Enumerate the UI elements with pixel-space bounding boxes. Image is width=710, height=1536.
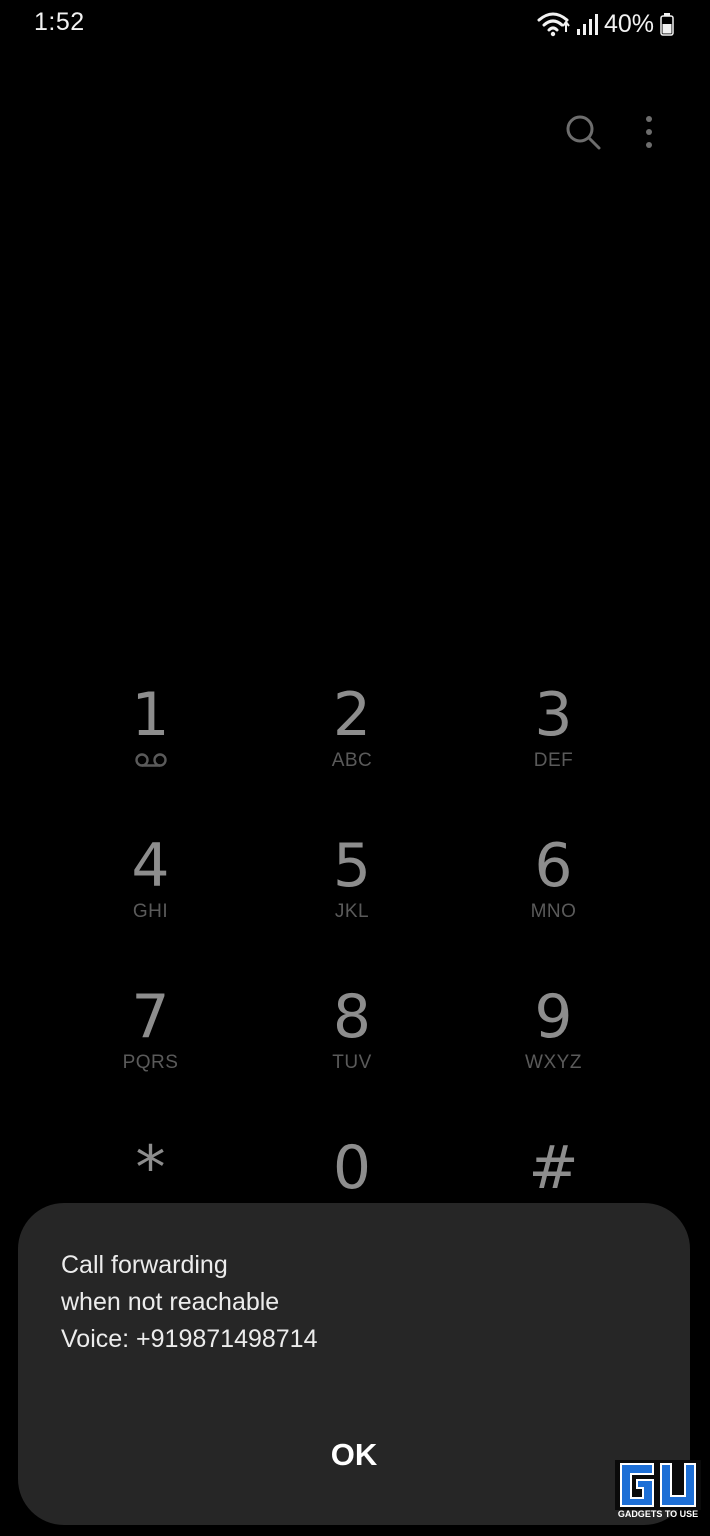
dial-digit: * (135, 1133, 166, 1203)
dialpad-row: 7 PQRS 8 TUV 9 WXYZ (50, 982, 654, 1133)
call-forwarding-dialog: Call forwarding when not reachable Voice… (18, 1203, 690, 1525)
dial-letters: WXYZ (525, 1052, 582, 1073)
voicemail-icon (134, 752, 168, 774)
dial-digit: 0 (332, 1133, 372, 1203)
dial-digit: 3 (534, 680, 573, 750)
search-icon[interactable] (563, 112, 603, 152)
dial-digit: 1 (131, 680, 170, 750)
gadgets-to-use-logo: GADGETS TO USE (615, 1460, 701, 1522)
wifi-icon (536, 10, 570, 38)
dial-digit: 5 (332, 831, 372, 901)
dial-digit: 6 (534, 831, 573, 901)
status-bar: 1:52 40% (0, 0, 710, 48)
dialpad-row: 4 GHI 5 JKL 6 MNO (50, 831, 654, 982)
dialog-line: when not reachable (61, 1288, 280, 1316)
dial-key-2[interactable]: 2 ABC (252, 680, 453, 831)
dial-letters: GHI (132, 901, 169, 922)
dial-key-9[interactable]: 9 WXYZ (453, 982, 654, 1133)
dial-key-7[interactable]: 7 PQRS (50, 982, 251, 1133)
dialog-message: Call forwarding when not reachable Voice… (61, 1247, 318, 1358)
signal-icon (576, 11, 598, 37)
logo-caption: GADGETS TO USE (617, 1509, 699, 1519)
logo-mark-icon (615, 1460, 701, 1510)
ok-button[interactable]: OK (254, 1425, 454, 1485)
dial-digit: 7 (131, 982, 170, 1052)
dial-digit: 9 (534, 982, 573, 1052)
dial-digit: 8 (332, 982, 372, 1052)
more-options-icon[interactable] (636, 112, 662, 152)
dial-key-8[interactable]: 8 TUV (252, 982, 453, 1133)
status-indicators: 40% (536, 8, 674, 40)
dial-key-1[interactable]: 1 (50, 680, 251, 831)
dial-key-5[interactable]: 5 JKL (252, 831, 453, 982)
battery-icon (660, 12, 674, 36)
dial-letters: ABC (331, 750, 373, 771)
dialog-line: Voice: +919871498714 (61, 1325, 318, 1353)
dial-letters: MNO (530, 901, 577, 922)
dial-key-4[interactable]: 4 GHI (50, 831, 251, 982)
dial-letters: PQRS (122, 1052, 179, 1073)
dial-letters: JKL (334, 901, 370, 922)
dial-digit: 4 (131, 831, 170, 901)
dial-letters: TUV (332, 1052, 372, 1073)
dial-key-3[interactable]: 3 DEF (453, 680, 654, 831)
dialpad-row: 1 2 ABC 3 DEF (50, 680, 654, 831)
battery-percent: 40% (603, 9, 654, 38)
dialpad: 1 2 ABC 3 DEF 4 GHI 5 JKL 6 MNO 7 PQRS 8… (50, 680, 654, 1284)
dialog-line: Call forwarding (61, 1251, 228, 1279)
dial-digit: 2 (332, 680, 372, 750)
dial-digit: # (528, 1133, 579, 1203)
dial-letters: DEF (533, 750, 574, 771)
status-time: 1:52 (34, 8, 85, 36)
dial-key-6[interactable]: 6 MNO (453, 831, 654, 982)
